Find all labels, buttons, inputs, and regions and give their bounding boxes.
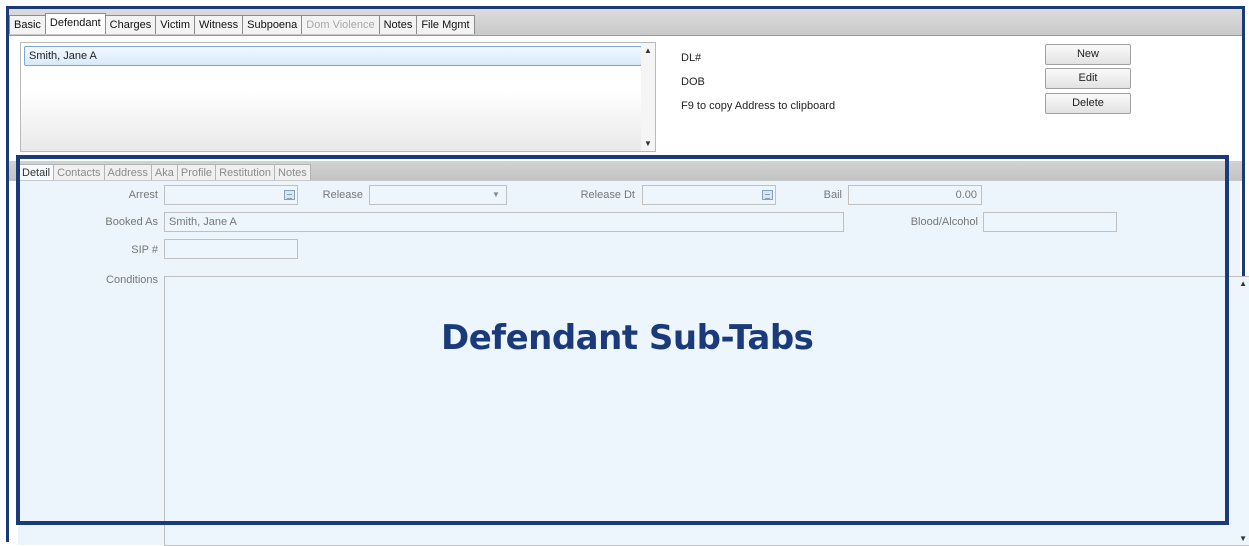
defendant-list-item[interactable]: Smith, Jane A — [24, 46, 642, 66]
booked-as-field[interactable]: Smith, Jane A — [164, 212, 844, 232]
conditions-textarea[interactable]: ▲ ▼ — [164, 276, 1249, 546]
scroll-up-arrow-icon[interactable]: ▲ — [644, 46, 652, 55]
tab-charges[interactable]: Charges — [104, 15, 157, 34]
defendant-list[interactable]: Smith, Jane A ▲ ▼ — [20, 42, 656, 152]
tab-defendant[interactable]: Defendant — [44, 13, 106, 34]
subtab-aka[interactable]: Aka — [150, 164, 178, 181]
scroll-down-arrow-icon[interactable]: ▼ — [644, 139, 652, 148]
tab-notes[interactable]: Notes — [378, 15, 418, 34]
main-tabs: Basic Defendant Charges Victim Witness S… — [9, 13, 475, 34]
subtab-notes[interactable]: Notes — [274, 164, 311, 181]
tab-dom-violence: Dom Violence — [301, 15, 380, 34]
new-button[interactable]: New — [1045, 44, 1131, 65]
delete-button[interactable]: Delete — [1045, 93, 1131, 114]
release-dt-field[interactable] — [642, 185, 776, 205]
subtab-contacts[interactable]: Contacts — [53, 164, 105, 181]
dl-label: DL# — [681, 52, 702, 64]
tab-witness[interactable]: Witness — [194, 15, 244, 34]
annotation-label: Defendant Sub-Tabs — [441, 318, 814, 358]
tab-subpoena[interactable]: Subpoena — [242, 15, 303, 34]
arrest-label: Arrest — [128, 189, 158, 201]
booked-as-label: Booked As — [105, 216, 158, 228]
arrest-date-field[interactable] — [164, 185, 298, 205]
calendar-icon[interactable] — [762, 190, 773, 200]
case-window: Basic Defendant Charges Victim Witness S… — [6, 6, 1249, 546]
release-select[interactable] — [369, 185, 507, 205]
tab-victim[interactable]: Victim — [155, 15, 195, 34]
subtab-address[interactable]: Address — [103, 164, 152, 181]
detail-panel: Arrest Release ▼ Release Dt Bail 0.00 Bo… — [18, 180, 1249, 546]
blood-alcohol-field[interactable] — [983, 212, 1117, 232]
blood-alcohol-label: Blood/Alcohol — [910, 216, 978, 228]
sip-label: SIP # — [131, 244, 158, 256]
bail-label: Bail — [823, 189, 842, 201]
defendant-sub-tabs: Detail Contacts Address Aka Profile Rest… — [18, 164, 311, 181]
calendar-icon[interactable] — [284, 190, 295, 200]
scroll-up-arrow-icon[interactable]: ▲ — [1239, 279, 1247, 288]
subtab-detail[interactable]: Detail — [18, 164, 55, 181]
subtab-profile[interactable]: Profile — [176, 164, 217, 181]
sip-field[interactable] — [164, 239, 298, 259]
tab-basic[interactable]: Basic — [9, 15, 46, 34]
subtab-restitution[interactable]: Restitution — [215, 164, 276, 181]
tab-file-mgmt[interactable]: File Mgmt — [416, 15, 475, 34]
main-tab-strip: Basic Defendant Charges Victim Witness S… — [9, 9, 1242, 36]
bail-field[interactable]: 0.00 — [848, 185, 982, 205]
conditions-label: Conditions — [106, 274, 158, 286]
dob-label: DOB — [681, 76, 705, 88]
edit-button[interactable]: Edit — [1045, 68, 1131, 89]
release-dt-label: Release Dt — [580, 189, 635, 201]
chevron-down-icon[interactable]: ▼ — [492, 190, 500, 199]
release-label: Release — [322, 189, 363, 201]
defendant-list-scrollbar[interactable]: ▲ ▼ — [641, 43, 655, 151]
copy-address-hint: F9 to copy Address to clipboard — [681, 100, 836, 112]
